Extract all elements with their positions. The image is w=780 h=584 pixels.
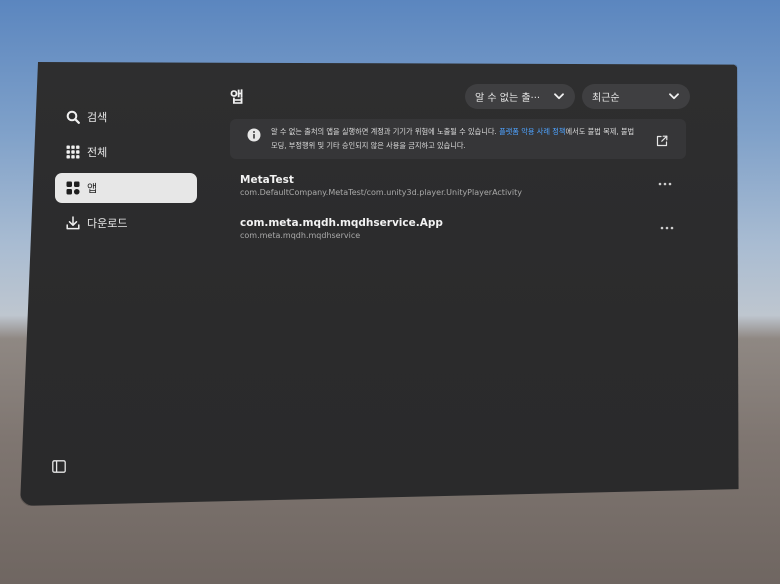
grid-icon (65, 144, 81, 160)
app-package: com.meta.mqdh.mqdhservice (240, 231, 361, 240)
sort-dropdown[interactable]: 최근순 (582, 84, 690, 109)
sidebar-item-search[interactable]: 검색 (55, 102, 197, 132)
external-link-icon[interactable] (656, 132, 668, 147)
source-filter-label: 알 수 없는 출··· (475, 93, 541, 104)
page-title: 앱 (230, 88, 244, 106)
sidebar-toggle-icon[interactable] (51, 458, 67, 474)
sidebar-item-apps[interactable]: 앱 (55, 173, 197, 203)
app-package: com.DefaultCompany.MetaTest/com.unity3d.… (240, 188, 522, 197)
app-name: MetaTest (240, 174, 294, 186)
sidebar-item-label: 앱 (87, 182, 98, 195)
sidebar-item-downloads[interactable]: 다운로드 (55, 208, 197, 238)
sort-label: 최근순 (592, 93, 620, 104)
abuse-policy-link[interactable]: 플랫폼 악용 사례 정책 (499, 127, 565, 136)
sidebar-item-label: 다운로드 (87, 217, 128, 230)
list-item[interactable]: MetaTest com.DefaultCompany.MetaTest/com… (240, 174, 680, 204)
app-name: com.meta.mqdh.mqdhservice.App (240, 217, 443, 229)
sidebar-item-label: 전체 (87, 146, 108, 159)
warning-text-part: 알 수 없는 출처의 앱을 실행하면 계정과 기기가 위험에 노출될 수 있습니… (271, 127, 500, 136)
list-item[interactable]: com.meta.mqdh.mqdhservice.App com.meta.m… (240, 217, 680, 247)
source-filter-dropdown[interactable]: 알 수 없는 출··· (465, 84, 575, 109)
apps-icon (65, 180, 81, 196)
chevron-down-icon (668, 91, 680, 103)
unknown-sources-warning-banner: 알 수 없는 출처의 앱을 실행하면 계정과 기기가 위험에 노출될 수 있습니… (230, 119, 686, 159)
warning-text: 알 수 없는 출처의 앱을 실행하면 계정과 기기가 위험에 노출될 수 있습니… (271, 125, 641, 153)
sidebar-item-all[interactable]: 전체 (55, 137, 197, 167)
more-options-icon[interactable] (654, 178, 676, 190)
search-icon (65, 109, 81, 125)
sidebar-item-label: 검색 (87, 111, 108, 124)
info-icon (247, 127, 261, 142)
chevron-down-icon (553, 91, 565, 103)
download-icon (65, 215, 81, 231)
more-options-icon[interactable] (656, 222, 678, 234)
